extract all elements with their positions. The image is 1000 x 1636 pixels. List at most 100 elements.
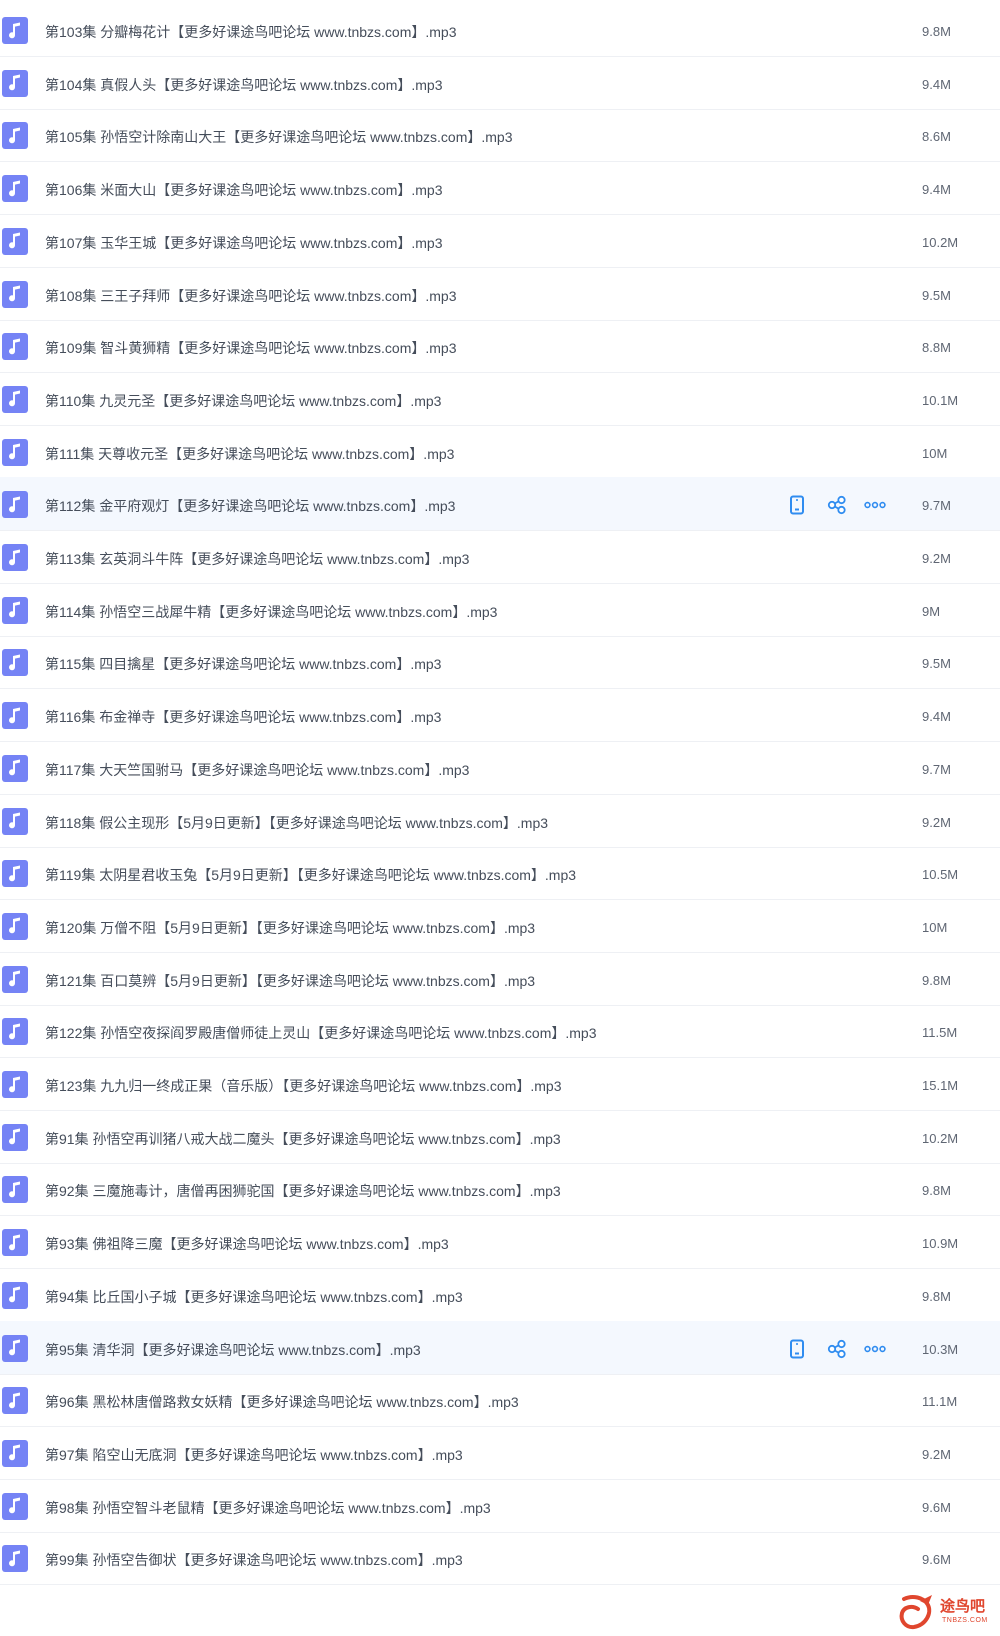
- music-note-icon: [2, 1492, 28, 1520]
- file-size: 9.8M: [922, 1183, 951, 1199]
- file-name[interactable]: 第97集 陷空山无底洞【更多好课途鸟吧论坛 www.tnbzs.com】.mp3: [45, 1426, 463, 1480]
- music-note-icon: [2, 596, 28, 624]
- file-name[interactable]: 第103集 分瓣梅花计【更多好课途鸟吧论坛 www.tnbzs.com】.mp3: [45, 3, 457, 57]
- file-size: 9.6M: [922, 1499, 951, 1515]
- file-size: 10.5M: [922, 867, 959, 883]
- file-row[interactable]: 第108集 三王子拜师【更多好课途鸟吧论坛 www.tnbzs.com】.mp3…: [0, 267, 1000, 321]
- file-row[interactable]: 第107集 玉华王城【更多好课途鸟吧论坛 www.tnbzs.com】.mp3 1…: [0, 214, 1000, 268]
- file-row[interactable]: 第94集 比丘国小子城【更多好课途鸟吧论坛 www.tnbzs.com】.mp3…: [0, 1268, 1000, 1322]
- file-name[interactable]: 第122集 孙悟空夜探阎罗殿唐僧师徒上灵山【更多好课途鸟吧论坛 www.tnbz…: [45, 1004, 597, 1058]
- file-row[interactable]: 第113集 玄英洞斗牛阵【更多好课途鸟吧论坛 www.tnbzs.com】.mp…: [0, 530, 1000, 584]
- music-note-icon: [2, 122, 28, 150]
- file-row[interactable]: 第117集 大天竺国驸马【更多好课途鸟吧论坛 www.tnbzs.com】.mp…: [0, 741, 1000, 795]
- more-icon[interactable]: [863, 493, 887, 517]
- file-row[interactable]: 第123集 九九归一终成正果（音乐版）【更多好课途鸟吧论坛 www.tnbzs.…: [0, 1057, 1000, 1111]
- music-note-icon: [2, 69, 28, 97]
- file-row[interactable]: 第116集 布金禅寺【更多好课途鸟吧论坛 www.tnbzs.com】.mp3 9…: [0, 688, 1000, 743]
- music-note-icon: [2, 1439, 28, 1467]
- file-row[interactable]: 第104集 真假人头【更多好课途鸟吧论坛 www.tnbzs.com】.mp3 9…: [0, 56, 1000, 110]
- file-row[interactable]: 第120集 万僧不阻【5月9日更新】【更多好课途鸟吧论坛 www.tnbzs.c…: [0, 899, 1000, 953]
- music-note-icon: [2, 702, 28, 730]
- music-note-icon: [2, 754, 28, 782]
- file-name[interactable]: 第104集 真假人头【更多好课途鸟吧论坛 www.tnbzs.com】.mp3: [45, 56, 443, 110]
- file-row[interactable]: 第110集 九灵元圣【更多好课途鸟吧论坛 www.tnbzs.com】.mp3 1…: [0, 372, 1000, 426]
- file-size: 9.8M: [922, 972, 951, 988]
- file-row[interactable]: 第105集 孙悟空计除南山大王【更多好课途鸟吧论坛 www.tnbzs.com】…: [0, 108, 1000, 163]
- file-size: 9.2M: [922, 1446, 951, 1462]
- phone-icon[interactable]: [785, 493, 809, 517]
- file-name[interactable]: 第116集 布金禅寺【更多好课途鸟吧论坛 www.tnbzs.com】.mp3: [45, 688, 441, 742]
- file-name[interactable]: 第115集 四目擒星【更多好课途鸟吧论坛 www.tnbzs.com】.mp3: [45, 635, 441, 689]
- file-size: 9.6M: [922, 1552, 951, 1568]
- phone-icon[interactable]: [785, 1337, 809, 1361]
- file-row[interactable]: 第119集 太阴星君收玉兔【5月9日更新】【更多好课途鸟吧论坛 www.tnbz…: [0, 846, 1000, 901]
- file-name[interactable]: 第120集 万僧不阻【5月9日更新】【更多好课途鸟吧论坛 www.tnbzs.c…: [45, 899, 535, 953]
- file-row[interactable]: 第95集 清华洞【更多好课途鸟吧论坛 www.tnbzs.com】.mp3 10.…: [0, 1320, 1000, 1375]
- file-name[interactable]: 第111集 天尊收元圣【更多好课途鸟吧论坛 www.tnbzs.com】.mp3: [45, 425, 454, 479]
- file-name[interactable]: 第123集 九九归一终成正果（音乐版）【更多好课途鸟吧论坛 www.tnbzs.…: [45, 1057, 562, 1111]
- music-note-icon: [2, 544, 28, 571]
- file-size: 9.7M: [922, 498, 951, 514]
- file-row[interactable]: 第91集 孙悟空再训猪八戒大战二魔头【更多好课途鸟吧论坛 www.tnbzs.c…: [0, 1110, 1000, 1164]
- file-size: 9.4M: [922, 76, 951, 92]
- music-note-icon: [2, 860, 28, 888]
- file-name[interactable]: 第95集 清华洞【更多好课途鸟吧论坛 www.tnbzs.com】.mp3: [45, 1321, 421, 1375]
- file-row[interactable]: 第97集 陷空山无底洞【更多好课途鸟吧论坛 www.tnbzs.com】.mp3…: [0, 1426, 1000, 1480]
- file-name[interactable]: 第118集 假公主现形【5月9日更新】【更多好课途鸟吧论坛 www.tnbzs.…: [45, 794, 548, 848]
- music-note-icon: [2, 965, 28, 993]
- file-size: 9.4M: [922, 182, 951, 198]
- file-name[interactable]: 第91集 孙悟空再训猪八戒大战二魔头【更多好课途鸟吧论坛 www.tnbzs.c…: [45, 1110, 561, 1164]
- file-row[interactable]: 第99集 孙悟空告御状【更多好课途鸟吧论坛 www.tnbzs.com】.mp3…: [0, 1531, 1000, 1586]
- file-row[interactable]: 第122集 孙悟空夜探阎罗殿唐僧师徒上灵山【更多好课途鸟吧论坛 www.tnbz…: [0, 1004, 1000, 1059]
- file-name[interactable]: 第107集 玉华王城【更多好课途鸟吧论坛 www.tnbzs.com】.mp3: [45, 214, 443, 268]
- file-size: 9.7M: [922, 761, 951, 777]
- music-note-icon: [2, 1176, 28, 1204]
- file-row[interactable]: 第103集 分瓣梅花计【更多好课途鸟吧论坛 www.tnbzs.com】.mp3…: [0, 3, 1000, 57]
- music-note-icon: [2, 1545, 28, 1573]
- share-icon[interactable]: [825, 1337, 849, 1361]
- file-row[interactable]: 第114集 孙悟空三战犀牛精【更多好课途鸟吧论坛 www.tnbzs.com】.…: [0, 583, 1000, 637]
- file-size: 9.4M: [922, 709, 951, 725]
- share-icon[interactable]: [825, 493, 849, 517]
- watermark-logo: 途鸟吧 TNBZS.COM: [898, 1593, 998, 1633]
- file-row[interactable]: 第118集 假公主现形【5月9日更新】【更多好课途鸟吧论坛 www.tnbzs.…: [0, 794, 1000, 848]
- file-size: 9.5M: [922, 287, 951, 303]
- file-name[interactable]: 第117集 大天竺国驸马【更多好课途鸟吧论坛 www.tnbzs.com】.mp…: [45, 741, 469, 795]
- file-name[interactable]: 第105集 孙悟空计除南山大王【更多好课途鸟吧论坛 www.tnbzs.com】…: [45, 108, 513, 162]
- music-note-icon: [2, 333, 28, 361]
- more-icon[interactable]: [863, 1337, 887, 1361]
- file-row[interactable]: 第106集 米面大山【更多好课途鸟吧论坛 www.tnbzs.com】.mp3 9…: [0, 161, 1000, 216]
- file-size: 9.8M: [922, 24, 951, 39]
- music-note-icon: [2, 438, 28, 466]
- file-name[interactable]: 第94集 比丘国小子城【更多好课途鸟吧论坛 www.tnbzs.com】.mp3: [45, 1268, 463, 1322]
- file-name[interactable]: 第99集 孙悟空告御状【更多好课途鸟吧论坛 www.tnbzs.com】.mp3: [45, 1531, 463, 1585]
- music-note-icon: [2, 807, 28, 835]
- file-row[interactable]: 第111集 天尊收元圣【更多好课途鸟吧论坛 www.tnbzs.com】.mp3…: [0, 425, 1000, 479]
- file-name[interactable]: 第98集 孙悟空智斗老鼠精【更多好课途鸟吧论坛 www.tnbzs.com】.m…: [45, 1479, 491, 1533]
- file-name[interactable]: 第108集 三王子拜师【更多好课途鸟吧论坛 www.tnbzs.com】.mp3: [45, 267, 457, 321]
- file-name[interactable]: 第93集 佛祖降三魔【更多好课途鸟吧论坛 www.tnbzs.com】.mp3: [45, 1215, 449, 1269]
- file-name[interactable]: 第92集 三魔施毒计，唐僧再困狮驼国【更多好课途鸟吧论坛 www.tnbzs.c…: [45, 1162, 561, 1216]
- file-row[interactable]: 第93集 佛祖降三魔【更多好课途鸟吧论坛 www.tnbzs.com】.mp3 1…: [0, 1215, 1000, 1270]
- file-name[interactable]: 第106集 米面大山【更多好课途鸟吧论坛 www.tnbzs.com】.mp3: [45, 161, 443, 215]
- file-row[interactable]: 第121集 百口莫辨【5月9日更新】【更多好课途鸟吧论坛 www.tnbzs.c…: [0, 952, 1000, 1006]
- file-row[interactable]: 第109集 智斗黄狮精【更多好课途鸟吧论坛 www.tnbzs.com】.mp3…: [0, 319, 1000, 374]
- music-note-icon: [2, 1018, 28, 1046]
- file-name[interactable]: 第110集 九灵元圣【更多好课途鸟吧论坛 www.tnbzs.com】.mp3: [45, 372, 441, 426]
- file-size: 11.1M: [922, 1394, 958, 1410]
- file-row[interactable]: 第112集 金平府观灯【更多好课途鸟吧论坛 www.tnbzs.com】.mp3…: [0, 477, 1000, 532]
- file-name[interactable]: 第96集 黑松林唐僧路救女妖精【更多好课途鸟吧论坛 www.tnbzs.com】…: [45, 1373, 519, 1427]
- file-name[interactable]: 第112集 金平府观灯【更多好课途鸟吧论坛 www.tnbzs.com】.mp3: [45, 477, 455, 531]
- file-row[interactable]: 第92集 三魔施毒计，唐僧再困狮驼国【更多好课途鸟吧论坛 www.tnbzs.c…: [0, 1162, 1000, 1217]
- file-name[interactable]: 第113集 玄英洞斗牛阵【更多好课途鸟吧论坛 www.tnbzs.com】.mp…: [45, 530, 469, 584]
- file-name[interactable]: 第121集 百口莫辨【5月9日更新】【更多好课途鸟吧论坛 www.tnbzs.c…: [45, 952, 535, 1006]
- file-row[interactable]: 第96集 黑松林唐僧路救女妖精【更多好课途鸟吧论坛 www.tnbzs.com】…: [0, 1373, 1000, 1428]
- file-row[interactable]: 第115集 四目擒星【更多好课途鸟吧论坛 www.tnbzs.com】.mp3 9…: [0, 635, 1000, 690]
- file-name[interactable]: 第114集 孙悟空三战犀牛精【更多好课途鸟吧论坛 www.tnbzs.com】.…: [45, 583, 497, 637]
- watermark-text: 途鸟吧: [940, 1598, 986, 1615]
- file-size: 11.5M: [922, 1025, 958, 1041]
- file-row[interactable]: 第98集 孙悟空智斗老鼠精【更多好课途鸟吧论坛 www.tnbzs.com】.m…: [0, 1479, 1000, 1533]
- file-name[interactable]: 第119集 太阴星君收玉兔【5月9日更新】【更多好课途鸟吧论坛 www.tnbz…: [45, 846, 576, 900]
- file-size: 10M: [922, 445, 948, 461]
- file-name[interactable]: 第109集 智斗黄狮精【更多好课途鸟吧论坛 www.tnbzs.com】.mp3: [45, 319, 457, 373]
